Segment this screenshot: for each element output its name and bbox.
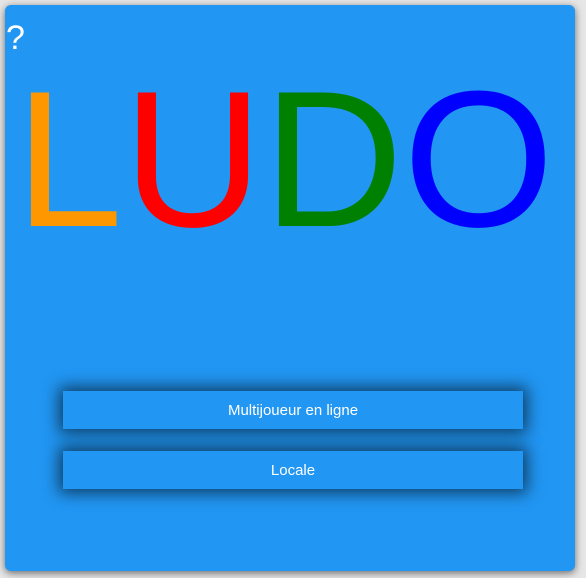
help-button[interactable]: ?	[6, 21, 25, 55]
game-title: L U D O	[15, 63, 565, 257]
local-game-button[interactable]: Locale	[63, 451, 523, 489]
title-letter-o: O	[403, 51, 555, 268]
title-letter-d: D	[263, 51, 404, 268]
game-panel: ? L U D O Multijoueur en ligne Locale	[5, 5, 575, 571]
title-letter-l: L	[15, 51, 123, 268]
title-letter-u: U	[122, 51, 264, 268]
online-multiplayer-button[interactable]: Multijoueur en ligne	[63, 391, 523, 429]
